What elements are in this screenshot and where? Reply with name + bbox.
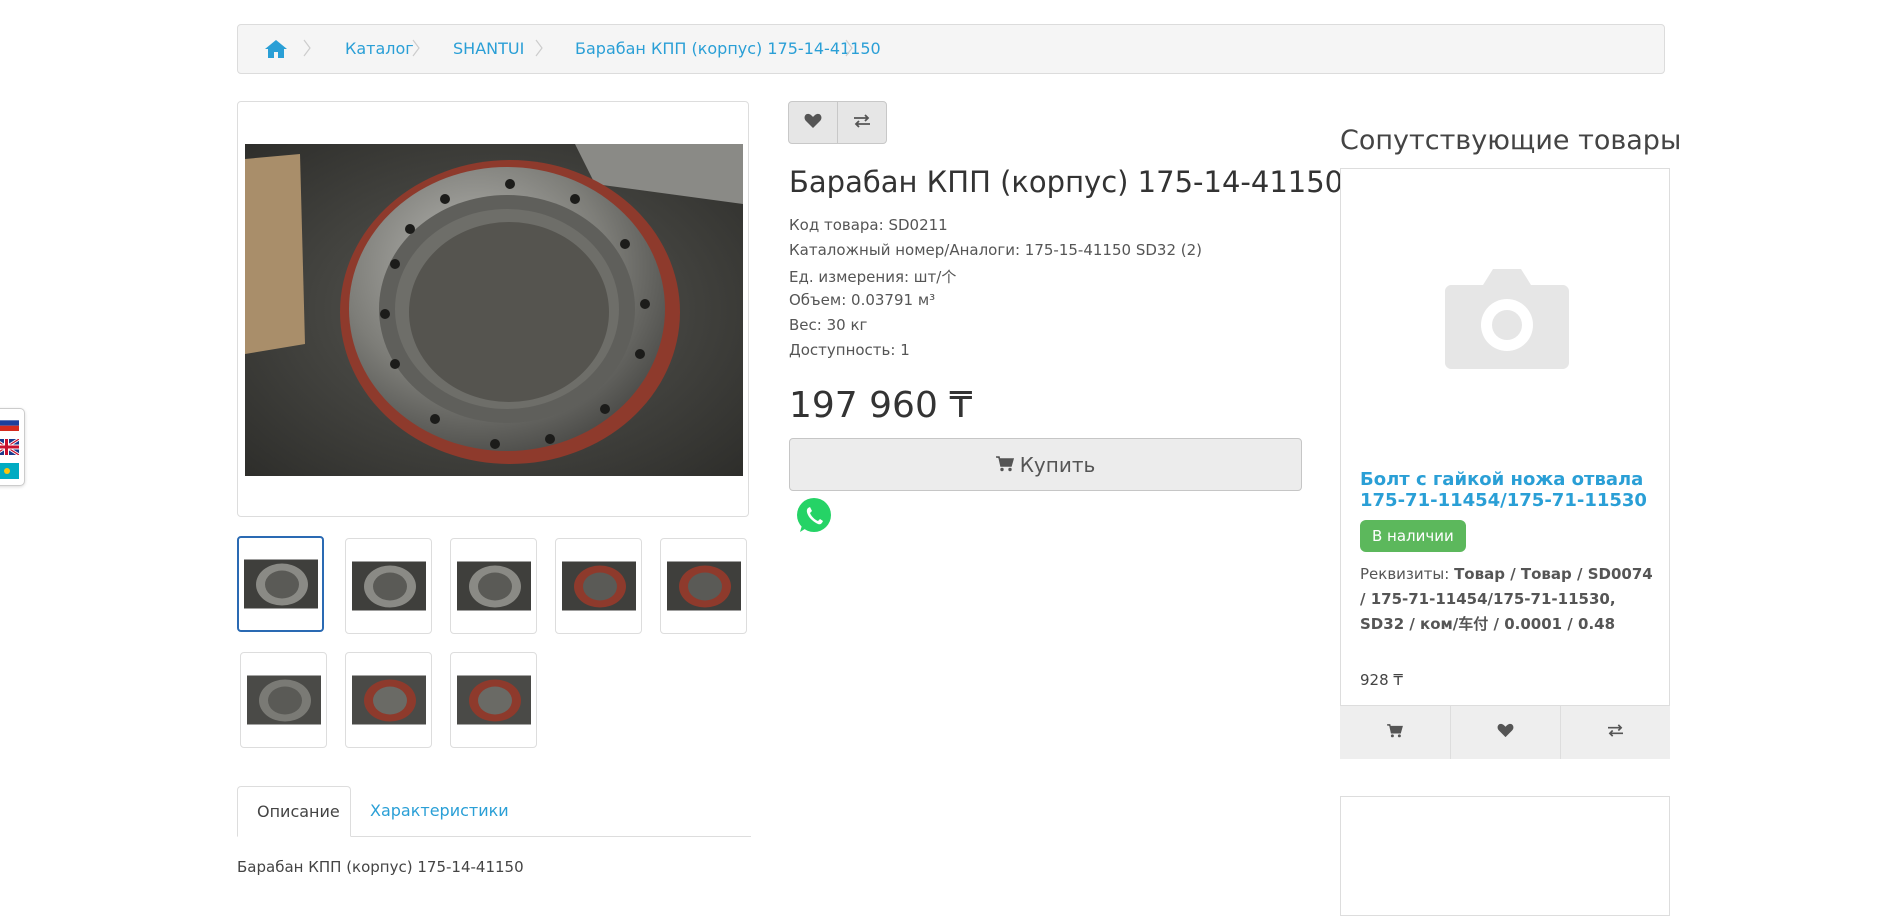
chevron-right-icon [296, 36, 320, 60]
flag-kz-icon[interactable] [0, 463, 19, 479]
thumbnail-6[interactable] [240, 652, 327, 748]
requisites-label: Реквизиты: [1360, 565, 1450, 583]
thumbnail-1[interactable] [237, 536, 324, 632]
main-product-image[interactable] [237, 101, 749, 517]
product-description: Барабан КПП (корпус) 175-14-41150 [237, 858, 524, 876]
breadcrumb-catalog-link[interactable]: Каталог [345, 25, 414, 73]
product-price: 197 960 ₸ [789, 385, 973, 426]
whatsapp-icon[interactable] [792, 494, 836, 538]
add-to-wishlist-button[interactable] [788, 101, 838, 144]
related-product-price: 928 ₸ [1360, 671, 1403, 689]
product-unit: Ед. измерения: шт/个 [789, 268, 957, 286]
product-catalog-number: Каталожный номер/Аналоги: 175-15-41150 S… [789, 241, 1202, 259]
home-icon[interactable] [264, 39, 288, 59]
related-product-actions [1340, 705, 1670, 759]
language-switcher [0, 408, 25, 486]
thumbnail-2[interactable] [345, 538, 432, 634]
product-weight: Вес: 30 кг [789, 316, 868, 334]
compare-button[interactable] [837, 101, 887, 144]
related-product-requisites: Реквизиты: Товар / Товар / SD0074 / 175-… [1360, 562, 1660, 637]
product-volume: Объем: 0.03791 м³ [789, 291, 936, 309]
heart-icon [1497, 723, 1514, 742]
related-product-card: Болт с гайкой ножа отвала 175-71-11454/1… [1340, 168, 1670, 759]
chevron-right-icon [838, 36, 862, 60]
product-tabs: Описание Характеристики [237, 786, 751, 837]
thumbnail-3[interactable] [450, 538, 537, 634]
chevron-right-icon [405, 36, 429, 60]
exchange-icon [1607, 723, 1624, 742]
chevron-right-icon [528, 36, 552, 60]
cart-icon [995, 453, 1014, 477]
related-product-card [1340, 796, 1670, 916]
camera-icon [1445, 265, 1569, 369]
product-action-buttons [788, 101, 888, 144]
tab-description[interactable]: Описание [237, 786, 351, 837]
related-product-name-link[interactable]: Болт с гайкой ножа отвала 175-71-11454/1… [1360, 469, 1660, 511]
cart-icon [1387, 723, 1403, 742]
compare-button[interactable] [1560, 706, 1670, 759]
flag-gb-icon[interactable] [0, 437, 20, 457]
tab-specifications[interactable]: Характеристики [351, 786, 528, 836]
gear-drum-photo [245, 144, 743, 476]
exchange-icon [853, 113, 871, 133]
flag-ru-icon[interactable] [0, 415, 19, 431]
product-code: Код товара: SD0211 [789, 216, 948, 234]
buy-button[interactable]: Купить [789, 438, 1302, 491]
breadcrumb-product-link[interactable]: Барабан КПП (корпус) 175-14-41150 [575, 25, 881, 73]
heart-icon [804, 113, 822, 133]
breadcrumb: Каталог SHANTUI Барабан КПП (корпус) 175… [237, 24, 1665, 74]
add-to-wishlist-button[interactable] [1450, 706, 1560, 759]
buy-button-label: Купить [1019, 452, 1096, 477]
availability-badge: В наличии [1360, 520, 1466, 552]
thumbnail-8[interactable] [450, 652, 537, 748]
product-title: Барабан КПП (корпус) 175-14-41150 [789, 165, 1344, 199]
thumbnail-7[interactable] [345, 652, 432, 748]
thumbnail-5[interactable] [660, 538, 747, 634]
product-availability: Доступность: 1 [789, 341, 910, 359]
breadcrumb-brand-link[interactable]: SHANTUI [453, 25, 524, 73]
related-products-heading: Сопутствующие товары [1340, 125, 1682, 156]
add-to-cart-button[interactable] [1340, 706, 1450, 759]
thumbnail-4[interactable] [555, 538, 642, 634]
